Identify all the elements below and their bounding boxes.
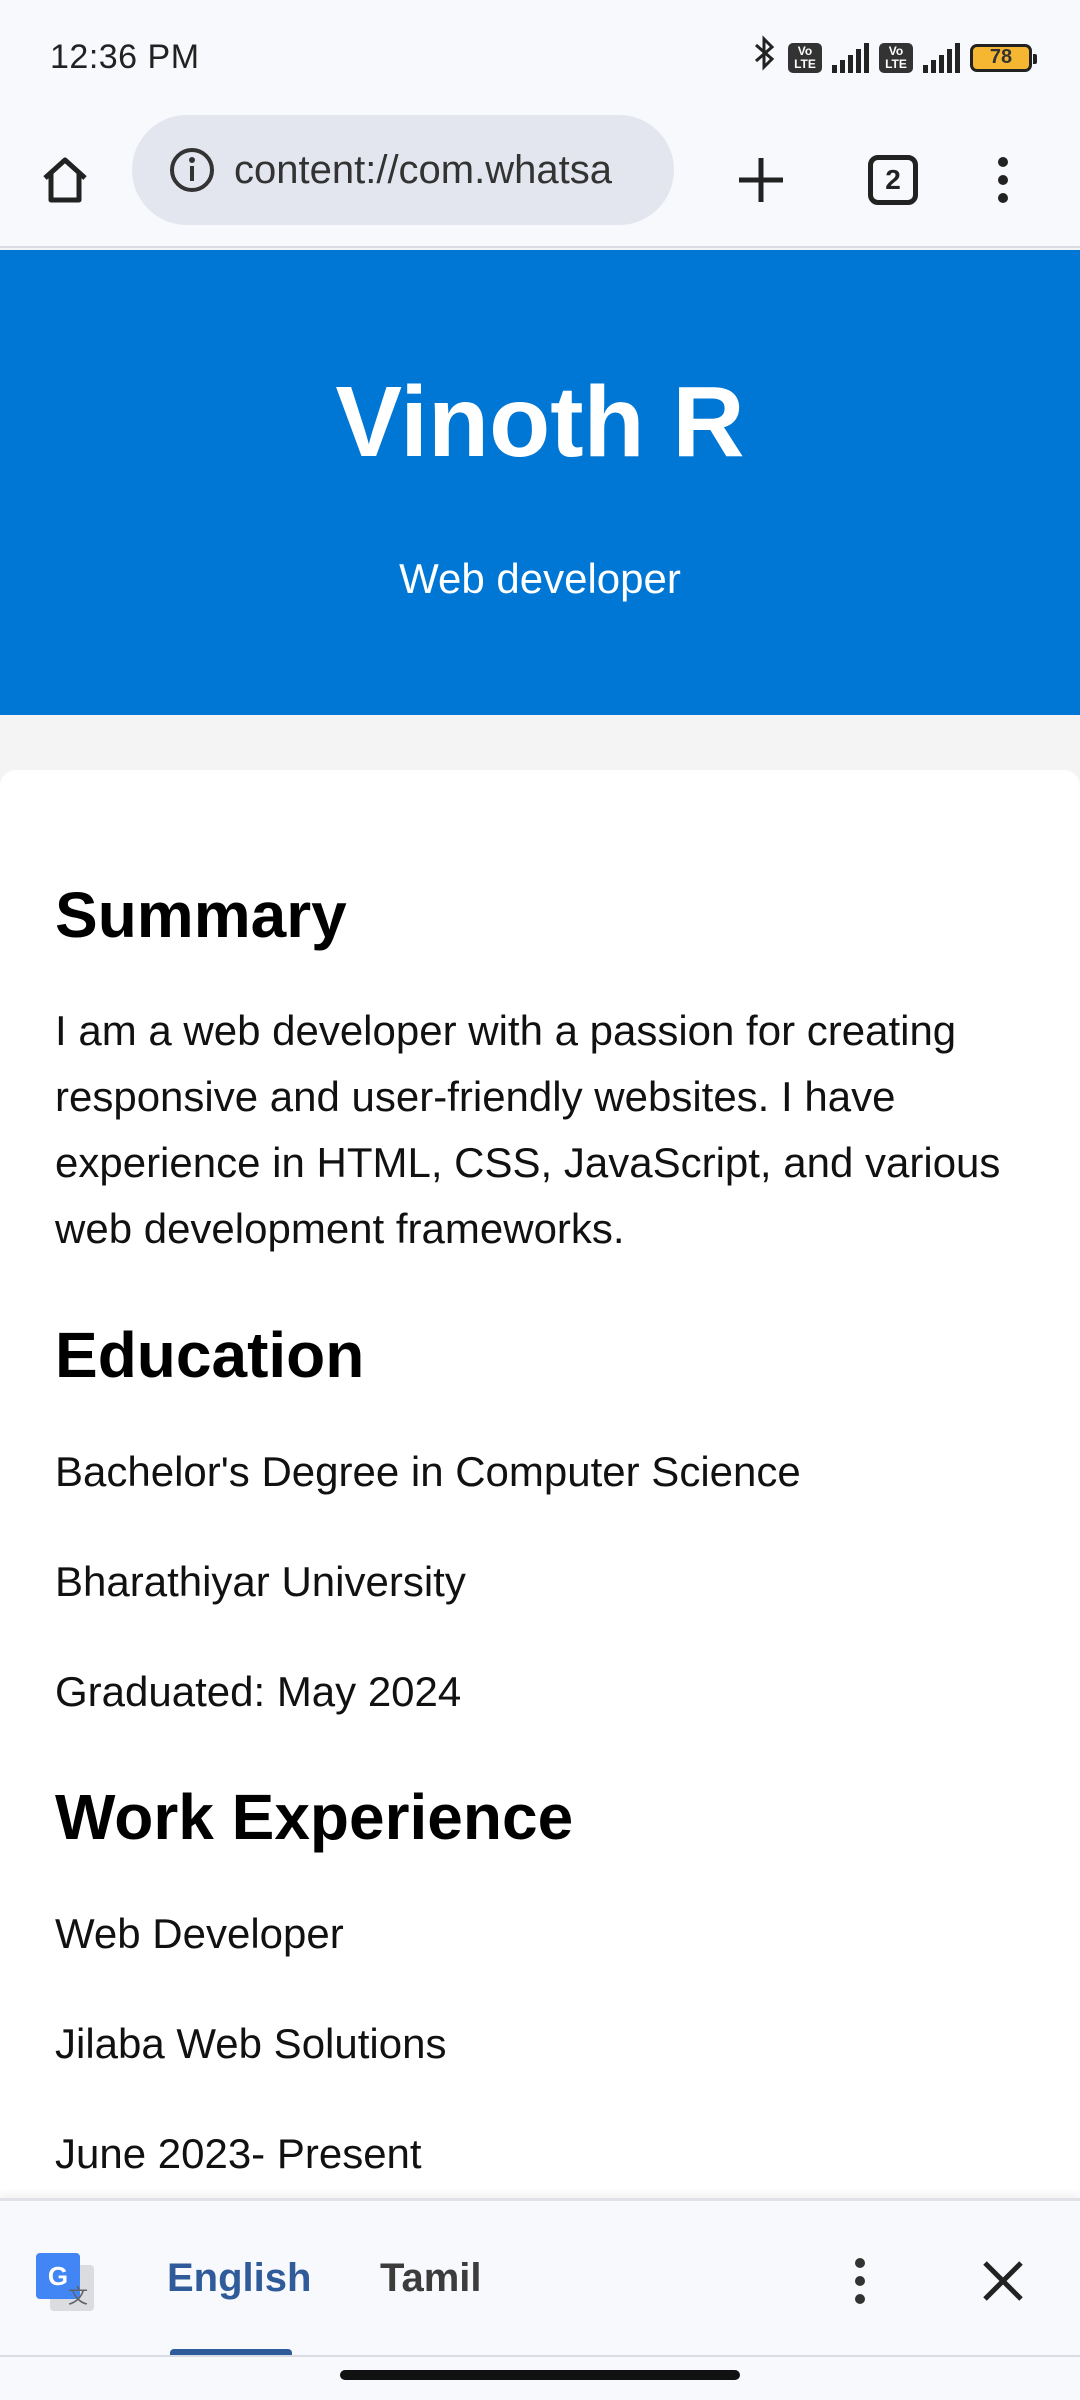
translate-menu-button[interactable] [820, 2241, 900, 2321]
resume-name: Vinoth R [335, 366, 745, 478]
signal-icon [832, 42, 869, 73]
summary-heading: Summary [55, 879, 347, 951]
signal-icon [923, 42, 960, 73]
work-company: Jilaba Web Solutions [55, 2020, 447, 2067]
volte-icon: Vo LTE [788, 42, 822, 73]
status-time: 12:36 PM [50, 38, 200, 76]
nav-divider [0, 2355, 1080, 2357]
tabs-icon: 2 [868, 155, 918, 205]
work-dates: June 2023- Present [55, 2130, 422, 2177]
status-icons: Vo LTE Vo LTE 78 [752, 35, 1037, 80]
volte-icon: Vo LTE [879, 42, 913, 73]
url-bar[interactable]: content://com.whatsa [132, 115, 674, 225]
new-tab-button[interactable] [716, 135, 806, 225]
education-degree: Bachelor's Degree in Computer Science [55, 1448, 801, 1495]
language-tab-english[interactable]: English [167, 2256, 311, 2301]
home-button[interactable] [20, 135, 110, 225]
status-bar: 12:36 PM Vo LTE Vo LTE 78 [0, 0, 1080, 115]
resume-header: Vinoth R Web developer [0, 250, 1080, 715]
work-title: Web Developer [55, 1910, 344, 1957]
battery-icon: 78 [970, 43, 1037, 72]
language-tab-tamil[interactable]: Tamil [380, 2256, 482, 2301]
info-icon[interactable] [168, 146, 216, 194]
url-text[interactable]: content://com.whatsa [234, 148, 664, 193]
browser-menu-button[interactable] [958, 135, 1048, 225]
translate-close-button[interactable] [963, 2241, 1043, 2321]
work-heading: Work Experience [55, 1781, 574, 1853]
more-vert-icon [855, 2258, 865, 2304]
more-vert-icon [998, 157, 1008, 203]
bluetooth-icon [752, 35, 778, 80]
home-icon [43, 157, 87, 203]
education-heading: Education [55, 1319, 365, 1391]
close-icon [983, 2261, 1023, 2301]
home-indicator[interactable] [340, 2370, 740, 2380]
svg-text:文: 文 [68, 2284, 88, 2308]
education-university: Bharathiyar University [55, 1558, 466, 1605]
battery-level: 78 [989, 46, 1013, 68]
summary-text: I am a web developer with a passion for … [55, 1007, 1001, 1252]
plus-icon [739, 158, 783, 202]
resume-role: Web developer [399, 555, 681, 602]
tab-switcher-button[interactable]: 2 [848, 135, 938, 225]
browser-toolbar: content://com.whatsa 2 [0, 115, 1080, 248]
education-graduated: Graduated: May 2024 [55, 1668, 462, 1715]
google-translate-icon: G 文 [34, 2251, 96, 2313]
resume-content: Summary I am a web developer with a pass… [0, 770, 1080, 2200]
svg-text:G: G [48, 2261, 68, 2291]
